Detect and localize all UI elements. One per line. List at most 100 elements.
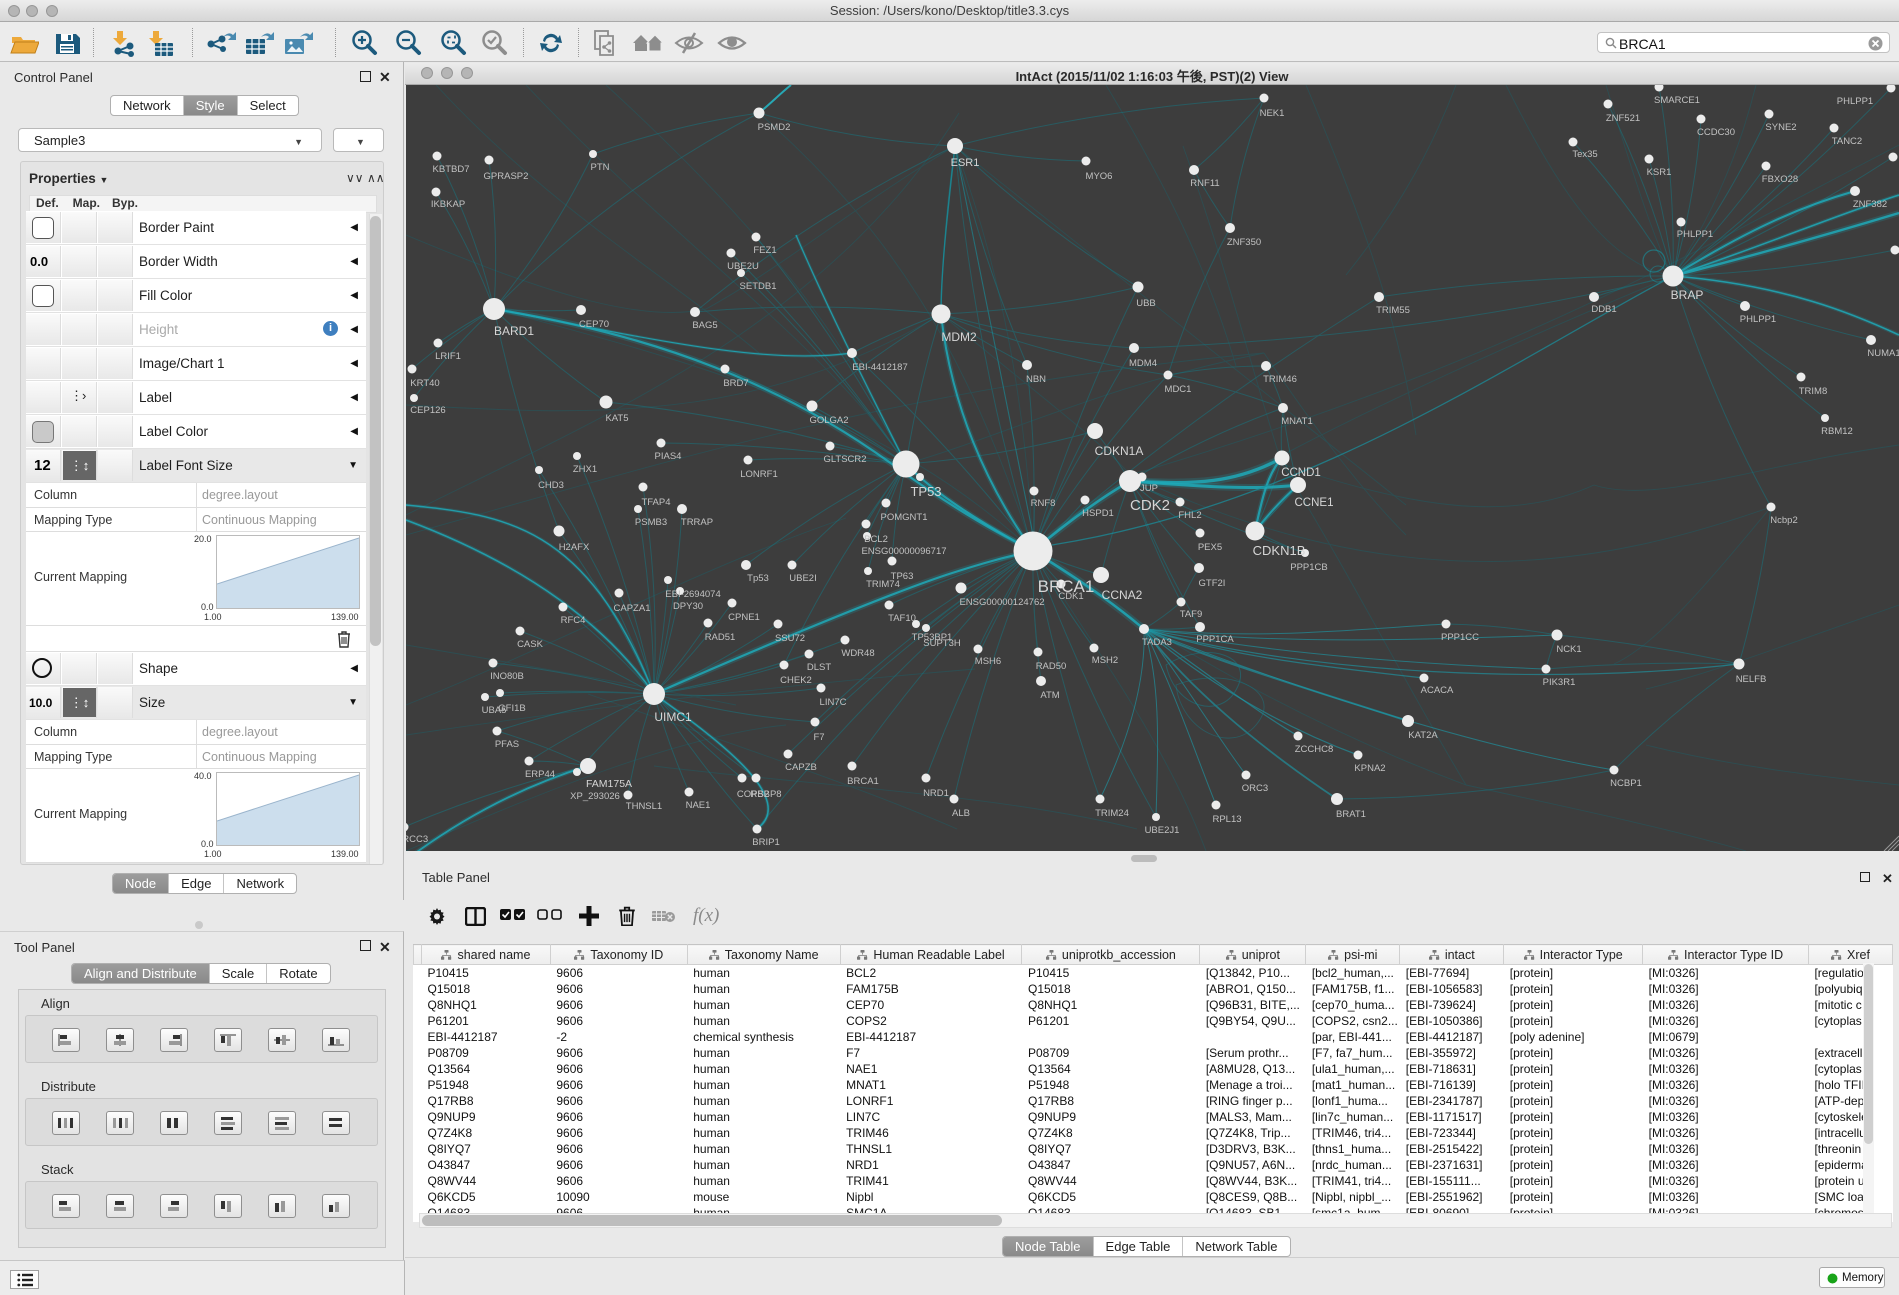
svg-text:RPL13: RPL13 — [1212, 814, 1241, 825]
svg-text:NCBP1: NCBP1 — [1610, 778, 1642, 789]
svg-text:BRCA1: BRCA1 — [847, 776, 879, 787]
svg-text:CHD3: CHD3 — [538, 480, 564, 491]
svg-text:GPRASP2: GPRASP2 — [484, 171, 529, 182]
svg-text:POMGNT1: POMGNT1 — [881, 512, 928, 523]
svg-text:GOLGA2: GOLGA2 — [809, 415, 848, 426]
svg-text:MSH2: MSH2 — [1092, 655, 1118, 666]
svg-text:ENSG00000096717: ENSG00000096717 — [861, 546, 946, 557]
svg-text:PIK3R1: PIK3R1 — [1543, 677, 1576, 688]
svg-text:BARD1: BARD1 — [494, 324, 534, 338]
svg-text:ZNF382: ZNF382 — [1853, 199, 1887, 210]
svg-text:ZNF521: ZNF521 — [1606, 113, 1640, 124]
svg-text:FBXO28: FBXO28 — [1762, 174, 1798, 185]
svg-text:PSMB3: PSMB3 — [635, 517, 667, 528]
svg-text:BRD7: BRD7 — [723, 378, 748, 389]
svg-text:KSR1: KSR1 — [1647, 167, 1672, 178]
svg-text:ERP44: ERP44 — [525, 769, 555, 780]
svg-text:Ncbp2: Ncbp2 — [1770, 515, 1797, 526]
svg-text:KBTBD7: KBTBD7 — [433, 164, 470, 175]
svg-text:TRIM74: TRIM74 — [866, 579, 900, 590]
svg-text:KPNA2: KPNA2 — [1354, 763, 1385, 774]
svg-text:KAT2A: KAT2A — [1408, 730, 1438, 741]
svg-text:LIN7C: LIN7C — [820, 697, 847, 708]
svg-text:CPNE1: CPNE1 — [728, 612, 760, 623]
svg-text:UBE2J1: UBE2J1 — [1145, 825, 1180, 836]
svg-text:NAE1: NAE1 — [686, 800, 711, 811]
svg-text:THNSL1: THNSL1 — [626, 801, 662, 812]
svg-text:WDR48: WDR48 — [841, 648, 874, 659]
svg-text:ENSG00000124762: ENSG00000124762 — [959, 597, 1044, 608]
svg-text:CDKN1A: CDKN1A — [1095, 444, 1144, 458]
svg-text:CAPZB: CAPZB — [785, 762, 817, 773]
svg-text:CCNA2: CCNA2 — [1102, 588, 1143, 602]
svg-text:UIMC1: UIMC1 — [654, 710, 692, 724]
svg-text:XP_293026: XP_293026 — [570, 791, 620, 802]
svg-text:DPY30: DPY30 — [673, 601, 703, 612]
svg-text:SUPT3H: SUPT3H — [923, 638, 961, 649]
svg-text:UBB: UBB — [1136, 298, 1156, 309]
svg-text:RAD51: RAD51 — [705, 632, 736, 643]
svg-text:H2AFX: H2AFX — [559, 542, 590, 553]
svg-text:BRCC3: BRCC3 — [406, 834, 428, 845]
svg-text:MDM4: MDM4 — [1129, 358, 1157, 369]
svg-text:PHLPP1: PHLPP1 — [1837, 96, 1873, 107]
svg-text:UBE2U: UBE2U — [727, 261, 759, 272]
svg-text:INO80B: INO80B — [490, 671, 524, 682]
svg-text:SYNE2: SYNE2 — [1765, 122, 1796, 133]
svg-text:HSPD1: HSPD1 — [1082, 508, 1114, 519]
svg-text:TRIM46: TRIM46 — [1263, 374, 1297, 385]
svg-text:EBI-2694074: EBI-2694074 — [665, 589, 720, 600]
svg-text:TRIM24: TRIM24 — [1095, 808, 1129, 819]
svg-text:FHL2: FHL2 — [1178, 510, 1201, 521]
svg-text:NUMA1: NUMA1 — [1867, 348, 1899, 359]
svg-text:TADA3: TADA3 — [1142, 637, 1172, 648]
svg-text:CEP126: CEP126 — [410, 405, 445, 416]
svg-text:BRCA1: BRCA1 — [1038, 577, 1095, 596]
svg-text:RFC4: RFC4 — [561, 615, 586, 626]
svg-text:KAT5: KAT5 — [605, 413, 628, 424]
svg-text:MNAT1: MNAT1 — [1281, 416, 1313, 427]
svg-text:TRIM55: TRIM55 — [1376, 305, 1410, 316]
svg-text:DDB1: DDB1 — [1591, 304, 1616, 315]
svg-text:TANC2: TANC2 — [1832, 136, 1862, 147]
svg-text:CCDC30: CCDC30 — [1697, 127, 1735, 138]
svg-text:ZCCHC8: ZCCHC8 — [1295, 744, 1334, 755]
svg-text:ZHX1: ZHX1 — [573, 464, 597, 475]
svg-text:BRAP: BRAP — [1671, 288, 1704, 302]
svg-text:JUP: JUP — [1140, 483, 1158, 494]
svg-text:CCND1: CCND1 — [1281, 467, 1321, 479]
svg-text:CCNE1: CCNE1 — [1295, 497, 1334, 509]
svg-text:NCK1: NCK1 — [1556, 644, 1581, 655]
svg-text:MSH6: MSH6 — [975, 656, 1001, 667]
svg-text:SMARCE1: SMARCE1 — [1654, 95, 1700, 106]
svg-text:UBE2I: UBE2I — [789, 573, 816, 584]
svg-text:FAM175A: FAM175A — [586, 778, 632, 790]
svg-text:PEX5: PEX5 — [1198, 542, 1222, 553]
svg-text:CASK: CASK — [517, 639, 544, 650]
svg-text:FEZ1: FEZ1 — [753, 245, 776, 256]
svg-text:TRRAP: TRRAP — [681, 517, 713, 528]
svg-text:TAF9: TAF9 — [1180, 609, 1203, 620]
svg-text:SSU72: SSU72 — [775, 633, 805, 644]
svg-text:BRAT1: BRAT1 — [1336, 809, 1366, 820]
svg-text:RNF8: RNF8 — [1031, 498, 1056, 509]
svg-text:MDM2: MDM2 — [941, 330, 977, 344]
svg-text:Tp53: Tp53 — [747, 573, 769, 584]
svg-text:GLTSCR2: GLTSCR2 — [823, 454, 866, 465]
svg-text:RBBP8: RBBP8 — [750, 789, 781, 800]
svg-text:EBI-4412187: EBI-4412187 — [852, 362, 907, 373]
svg-text:LONRF1: LONRF1 — [740, 469, 777, 480]
svg-text:MYO6: MYO6 — [1086, 171, 1113, 182]
svg-text:LRIF1: LRIF1 — [435, 351, 461, 362]
svg-text:DLST: DLST — [807, 662, 831, 673]
svg-text:MDC1: MDC1 — [1165, 384, 1192, 395]
svg-text:PSMD2: PSMD2 — [758, 122, 791, 133]
svg-text:RNF11: RNF11 — [1190, 178, 1219, 189]
svg-text:BRIP1: BRIP1 — [752, 837, 779, 848]
svg-text:ATM: ATM — [1040, 690, 1059, 701]
svg-text:NELFB: NELFB — [1736, 674, 1767, 685]
svg-text:F7: F7 — [813, 732, 824, 743]
svg-text:PTN: PTN — [591, 162, 610, 173]
svg-text:BCL2: BCL2 — [864, 534, 888, 545]
svg-text:SETDB1: SETDB1 — [740, 281, 777, 292]
